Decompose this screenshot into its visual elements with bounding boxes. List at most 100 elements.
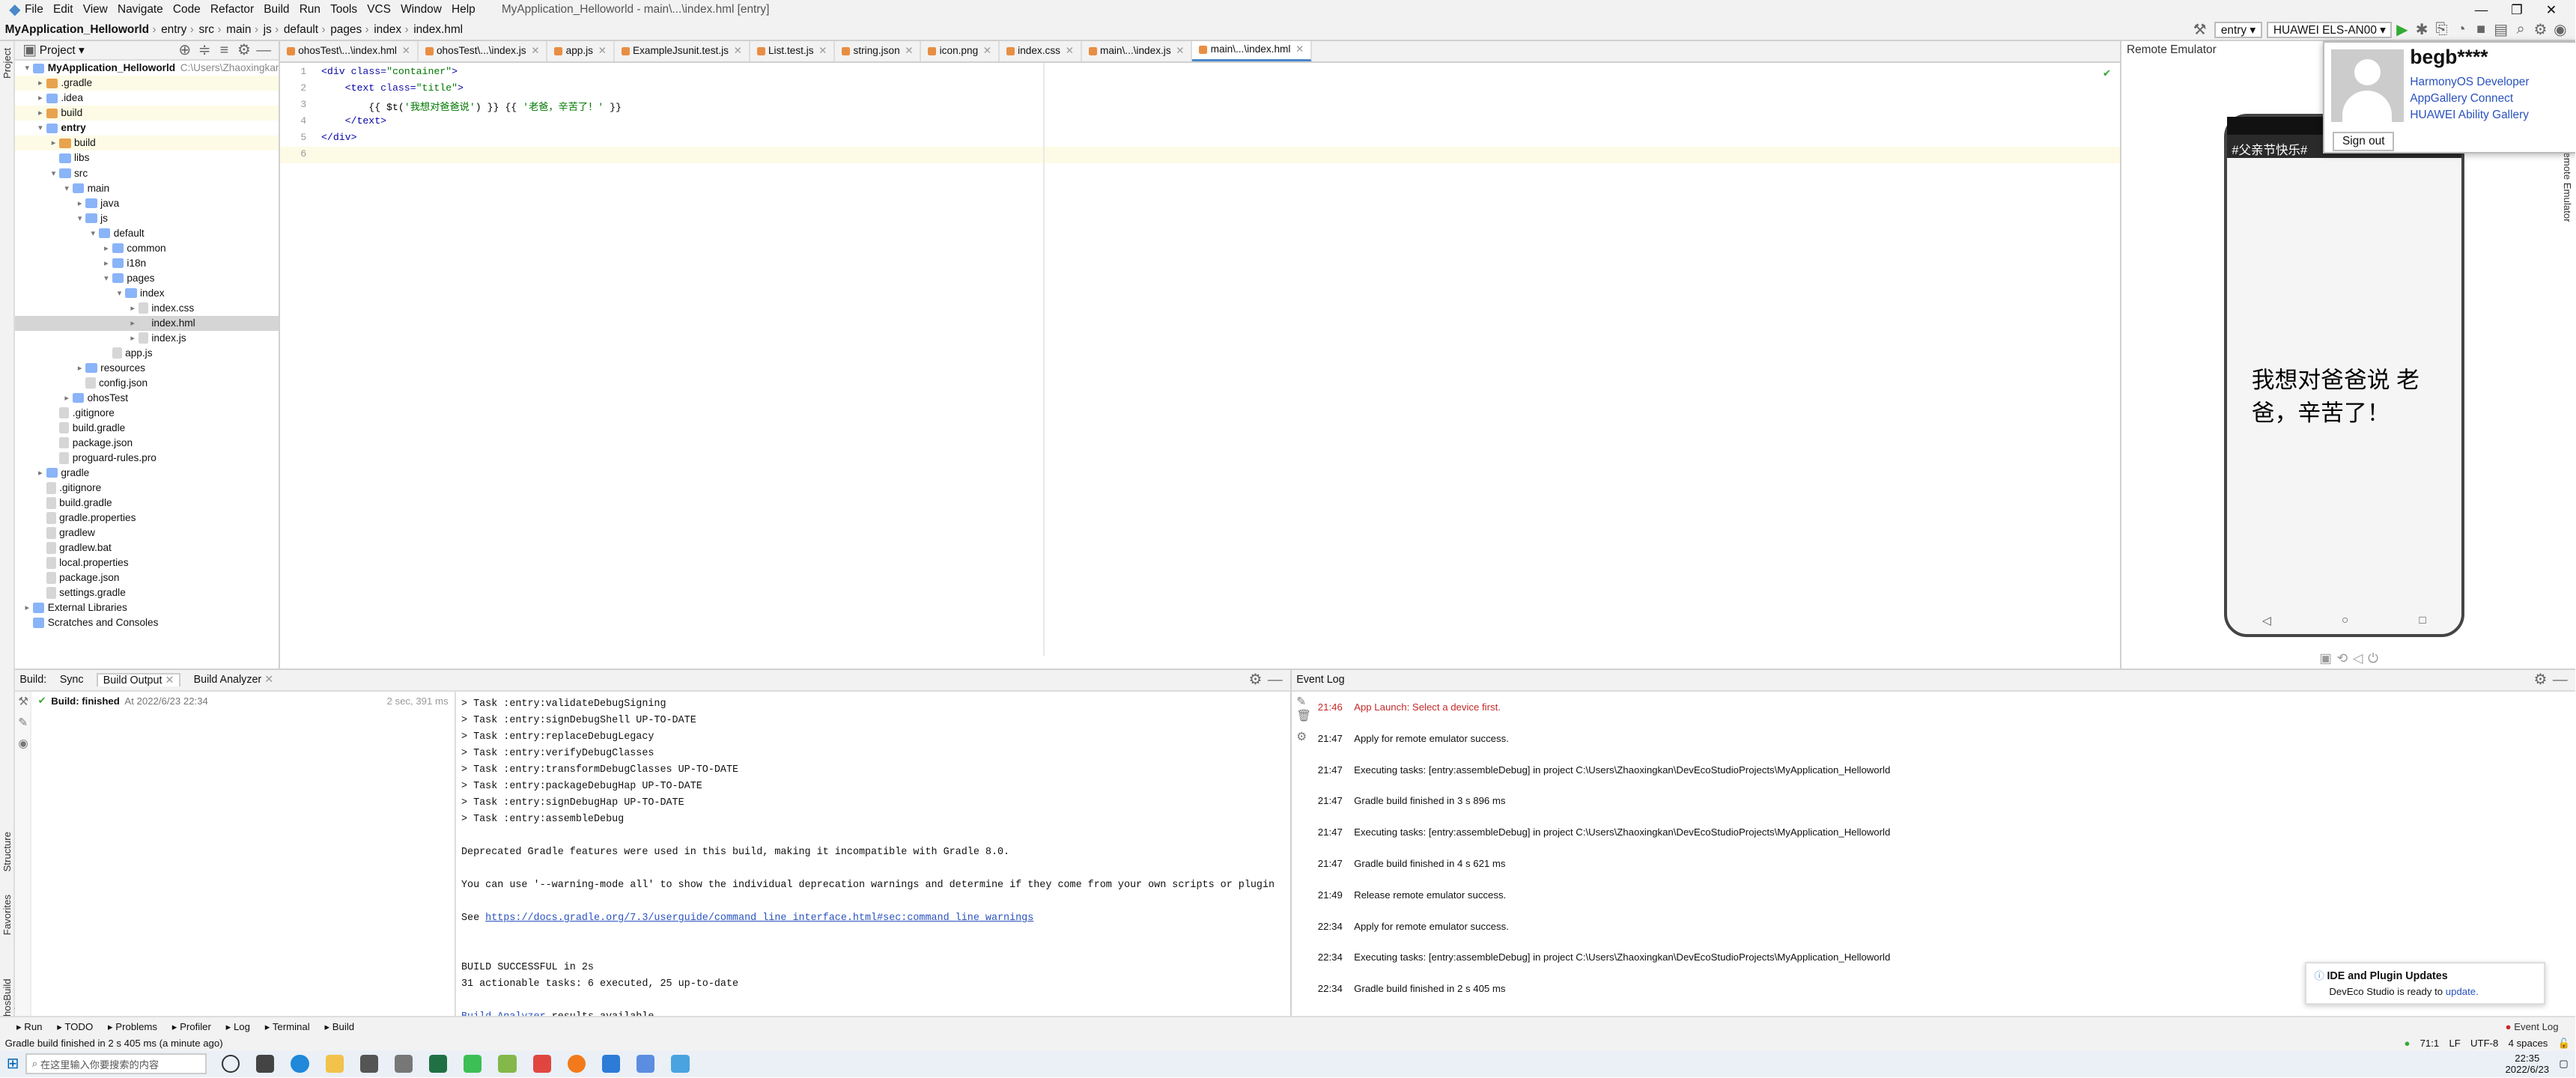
cortana-icon[interactable]	[221, 1055, 240, 1074]
breadcrumb-item[interactable]: index	[374, 23, 401, 37]
event-item[interactable]: 21:47 Apply for remote emulator success.	[1318, 733, 1509, 744]
folder-icon[interactable]: ▤	[2491, 19, 2510, 39]
chevron-icon[interactable]: ▸	[127, 301, 138, 316]
structure-tool-tab[interactable]: Structure	[1, 832, 13, 872]
tab-sync[interactable]: Sync	[60, 674, 84, 686]
editor-tab[interactable]: ExampleJsunit.test.js ✕	[615, 41, 750, 61]
minimize-icon[interactable]: —	[2475, 2, 2488, 18]
update-link[interactable]: update.	[2446, 986, 2479, 997]
chevron-icon[interactable]: ▸	[34, 106, 46, 121]
tree-item[interactable]: ▸ index.js	[15, 331, 279, 346]
home-icon[interactable]: ○	[2342, 614, 2348, 628]
collapse-all-icon[interactable]: ≑	[195, 41, 214, 59]
tree-item[interactable]: ▸ java	[15, 196, 279, 211]
hammer-icon[interactable]: ⚒	[15, 692, 30, 713]
tree-item[interactable]: ▸ index.hml	[14, 315, 279, 331]
chevron-icon[interactable]: ▸	[34, 76, 46, 91]
chevron-icon[interactable]: ▸	[34, 91, 46, 106]
run-config-select[interactable]: entry ▾	[2214, 21, 2262, 38]
indent-setting[interactable]: 4 spaces	[2509, 1038, 2548, 1050]
tree-item[interactable]: ▸ resources	[15, 361, 279, 376]
tree-item[interactable]: ▸ .idea	[15, 91, 279, 106]
editor-tab[interactable]: icon.png ✕	[921, 41, 1000, 61]
chevron-icon[interactable]: ▸	[74, 361, 85, 376]
hide-icon[interactable]: —	[1266, 670, 1285, 689]
close-icon[interactable]: ✕	[905, 41, 913, 61]
edit-icon[interactable]: ✎	[1296, 695, 1311, 709]
tree-item[interactable]: package.json	[15, 570, 279, 585]
gear-icon[interactable]: ⚙	[234, 41, 254, 59]
tool-window-todo[interactable]: ▸ TODO	[57, 1021, 93, 1033]
menu-run[interactable]: Run	[300, 3, 321, 16]
account-icon[interactable]: ◉	[2551, 19, 2570, 39]
event-item[interactable]: 21:47 Gradle build finished in 3 s 896 ms	[1318, 795, 1506, 806]
chevron-icon[interactable]: ▸	[48, 135, 59, 150]
task-view-icon[interactable]	[256, 1055, 275, 1074]
tree-item[interactable]: ▸ .gradle	[14, 76, 279, 91]
code-editor[interactable]: ✔ 1 <div class="container"> 2 <text class=…	[280, 62, 2121, 656]
close-icon[interactable]: ✕	[2546, 2, 2557, 18]
event-item[interactable]: 21:47 Executing tasks: [entry:assembleDeb…	[1318, 764, 1891, 776]
stop-icon[interactable]: ■	[2471, 19, 2491, 39]
firefox-icon[interactable]	[567, 1055, 586, 1074]
lock-icon[interactable]: 🔓	[2558, 1038, 2570, 1050]
menu-tools[interactable]: Tools	[330, 3, 357, 16]
volume-icon[interactable]: ◁	[2353, 651, 2368, 666]
close-icon[interactable]: ✕	[1176, 41, 1184, 61]
tree-item[interactable]: Scratches and Consoles	[15, 615, 279, 630]
tree-item[interactable]: settings.gradle	[15, 585, 279, 600]
chevron-icon[interactable]: ▸	[74, 196, 85, 211]
power-icon[interactable]: ⏻	[2368, 651, 2384, 666]
tool-window-problems[interactable]: ▸ Problems	[108, 1021, 157, 1033]
tree-item[interactable]: ▾ index	[15, 286, 279, 301]
favorites-tool-tab[interactable]: Favorites	[1, 895, 13, 935]
file-encoding[interactable]: UTF-8	[2470, 1038, 2498, 1050]
chevron-icon[interactable]: ▸	[22, 600, 33, 615]
tree-item[interactable]: .gitignore	[15, 406, 279, 421]
chevron-icon[interactable]: ▸	[34, 466, 46, 481]
hide-icon[interactable]: —	[2551, 670, 2570, 689]
event-item[interactable]: 21:47 Executing tasks: [entry:assembleDeb…	[1318, 826, 1891, 838]
chevron-icon[interactable]: ▾	[34, 121, 46, 135]
event-item[interactable]: 21:47 Gradle build finished in 4 s 621 ms	[1318, 858, 1506, 869]
tree-item[interactable]: config.json	[15, 376, 279, 391]
menu-vcs[interactable]: VCS	[367, 3, 391, 16]
hide-icon[interactable]: —	[254, 41, 273, 59]
taskbar-clock[interactable]: 22:35 2022/6/23	[2505, 1053, 2549, 1076]
deveco-icon[interactable]	[671, 1055, 690, 1074]
appgallery-connect-link[interactable]: AppGallery Connect	[2410, 92, 2513, 106]
ability-gallery-link[interactable]: HUAWEI Ability Gallery	[2410, 109, 2529, 122]
tool-window-run[interactable]: ▸ Run	[16, 1021, 43, 1033]
close-icon[interactable]: ✕	[1066, 41, 1074, 61]
chevron-icon[interactable]: ▾	[74, 211, 85, 226]
gear-icon[interactable]: ⚙	[1245, 670, 1265, 689]
build-status-row[interactable]: ✔ Build: finished At 2022/6/23 22:34 2 s…	[38, 695, 449, 707]
chevron-icon[interactable]: ▾	[61, 181, 72, 196]
close-icon[interactable]: ✕	[734, 41, 742, 61]
breadcrumb-item[interactable]: src	[198, 23, 214, 37]
tool-window-profiler[interactable]: ▸ Profiler	[172, 1021, 211, 1033]
tree-item[interactable]: libs	[15, 150, 279, 165]
breadcrumb-item[interactable]: MyApplication_Helloworld	[5, 23, 149, 37]
tree-item[interactable]: ▾ default	[15, 226, 279, 241]
editor-tab[interactable]: main\...\index.js ✕	[1082, 41, 1193, 61]
chevron-icon[interactable]: ▾	[114, 286, 125, 301]
chevron-icon[interactable]: ▸	[127, 316, 138, 331]
breadcrumb-item[interactable]: entry	[161, 23, 186, 37]
windows-start-icon[interactable]: ⊞	[7, 1055, 19, 1073]
tree-item[interactable]: .gitignore	[15, 481, 279, 496]
close-icon[interactable]: ✕	[402, 41, 410, 61]
menu-help[interactable]: Help	[452, 3, 476, 16]
event-item[interactable]: 22:34 Apply for remote emulator success.	[1318, 921, 1509, 932]
debug-icon[interactable]: ✱	[2412, 19, 2431, 39]
tree-item[interactable]: ▸ build	[14, 106, 279, 121]
app-gem-icon[interactable]	[637, 1055, 655, 1074]
tree-item[interactable]: ▾ MyApplication_Helloworld C:\Users\Zhaoxi…	[15, 61, 279, 76]
rotate-icon[interactable]: ⟲	[2337, 651, 2353, 666]
breadcrumb-item[interactable]: js	[264, 23, 272, 37]
menu-code[interactable]: Code	[173, 3, 201, 16]
tree-item[interactable]: gradlew.bat	[15, 540, 279, 555]
menu-navigate[interactable]: Navigate	[118, 3, 163, 16]
tree-item[interactable]: app.js	[15, 346, 279, 361]
event-item[interactable]: 22:34 Gradle build finished in 2 s 405 ms	[1318, 983, 1506, 994]
